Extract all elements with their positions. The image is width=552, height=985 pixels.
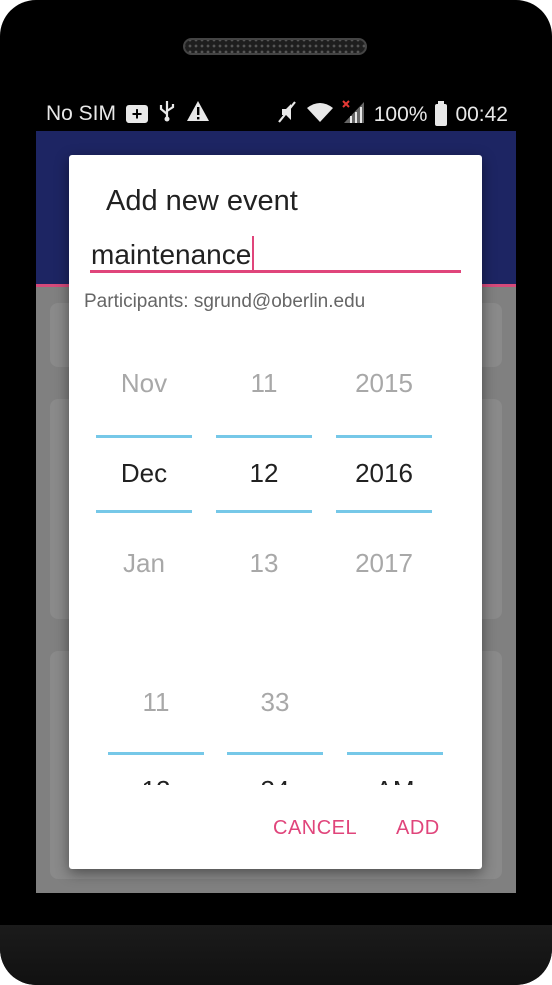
signal-icon: [342, 100, 366, 129]
picker-divider: [96, 510, 192, 513]
picker-divider: [347, 752, 443, 755]
phone-bottom-bezel: [0, 925, 552, 985]
hour-prev[interactable]: 11: [108, 687, 204, 718]
mute-icon: [276, 100, 298, 129]
month-selected[interactable]: Dec: [96, 458, 192, 489]
picker-divider: [336, 435, 432, 438]
day-selected[interactable]: 12: [216, 458, 312, 489]
participants-label: Participants: sgrund@oberlin.edu: [84, 291, 366, 312]
year-next[interactable]: 2017: [336, 548, 432, 579]
hour-picker[interactable]: 11 12: [108, 655, 204, 785]
add-button[interactable]: ADD: [396, 817, 440, 840]
picker-divider: [216, 435, 312, 438]
carrier-label: No SIM: [46, 101, 117, 125]
year-prev[interactable]: 2015: [336, 368, 432, 399]
time-picker: 11 12 33 34 AM: [69, 655, 482, 785]
warning-icon: [186, 100, 210, 127]
month-next[interactable]: Jan: [96, 548, 192, 579]
add-event-dialog: Add new event maintenance Participants: …: [69, 155, 482, 869]
minute-selected[interactable]: 34: [227, 775, 323, 785]
year-selected[interactable]: 2016: [336, 458, 432, 489]
status-bar: No SIM + 100% 00:42: [36, 96, 516, 130]
ampm-selected[interactable]: AM: [347, 775, 443, 785]
event-name-value: maintenance: [91, 239, 252, 270]
day-picker[interactable]: 11 12 13: [216, 350, 312, 578]
picker-divider: [216, 510, 312, 513]
clock: 00:42: [455, 102, 508, 126]
minute-prev[interactable]: 33: [227, 687, 323, 718]
minute-picker[interactable]: 33 34: [227, 655, 323, 785]
event-name-input[interactable]: maintenance: [90, 233, 461, 273]
dialog-title: Add new event: [106, 185, 298, 217]
picker-divider: [108, 752, 204, 755]
battery-percent: 100%: [373, 102, 428, 126]
cancel-button[interactable]: CANCEL: [273, 817, 357, 840]
month-picker[interactable]: Nov Dec Jan: [96, 350, 192, 578]
sim-add-icon: +: [126, 104, 149, 123]
day-prev[interactable]: 11: [216, 368, 312, 399]
wifi-icon: [306, 101, 334, 128]
battery-icon: [435, 100, 448, 126]
picker-divider: [336, 510, 432, 513]
picker-divider: [227, 752, 323, 755]
picker-divider: [96, 435, 192, 438]
month-prev[interactable]: Nov: [96, 368, 192, 399]
year-picker[interactable]: 2015 2016 2017: [336, 350, 432, 578]
ampm-picker[interactable]: AM: [347, 655, 443, 785]
hour-selected[interactable]: 12: [108, 775, 204, 785]
text-cursor: [252, 236, 255, 270]
speaker-grille: [183, 38, 367, 55]
day-next[interactable]: 13: [216, 548, 312, 579]
usb-icon: [158, 100, 176, 127]
